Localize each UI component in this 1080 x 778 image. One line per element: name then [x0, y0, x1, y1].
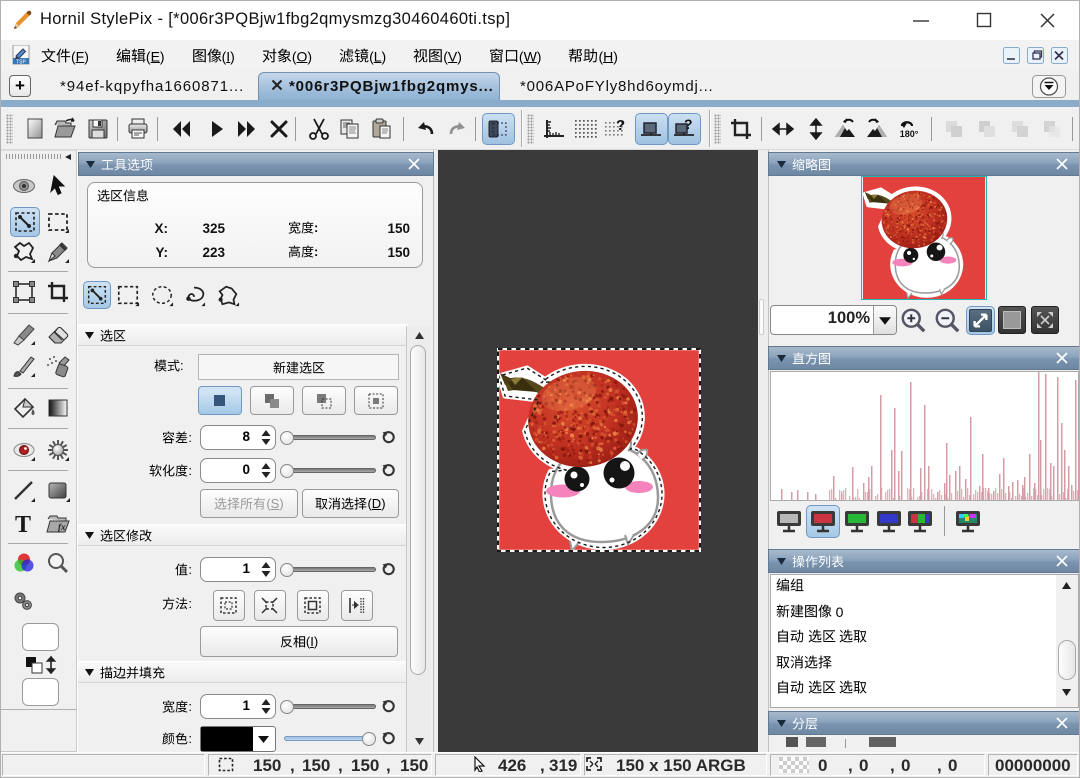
svg-text:?: ? — [684, 116, 693, 132]
svg-text:?: ? — [616, 117, 625, 134]
svg-text:TSP: TSP — [16, 60, 26, 66]
svg-text:T: T — [15, 512, 31, 537]
svg-text:180°: 180° — [900, 129, 919, 139]
svg-text:fx: fx — [58, 522, 66, 532]
